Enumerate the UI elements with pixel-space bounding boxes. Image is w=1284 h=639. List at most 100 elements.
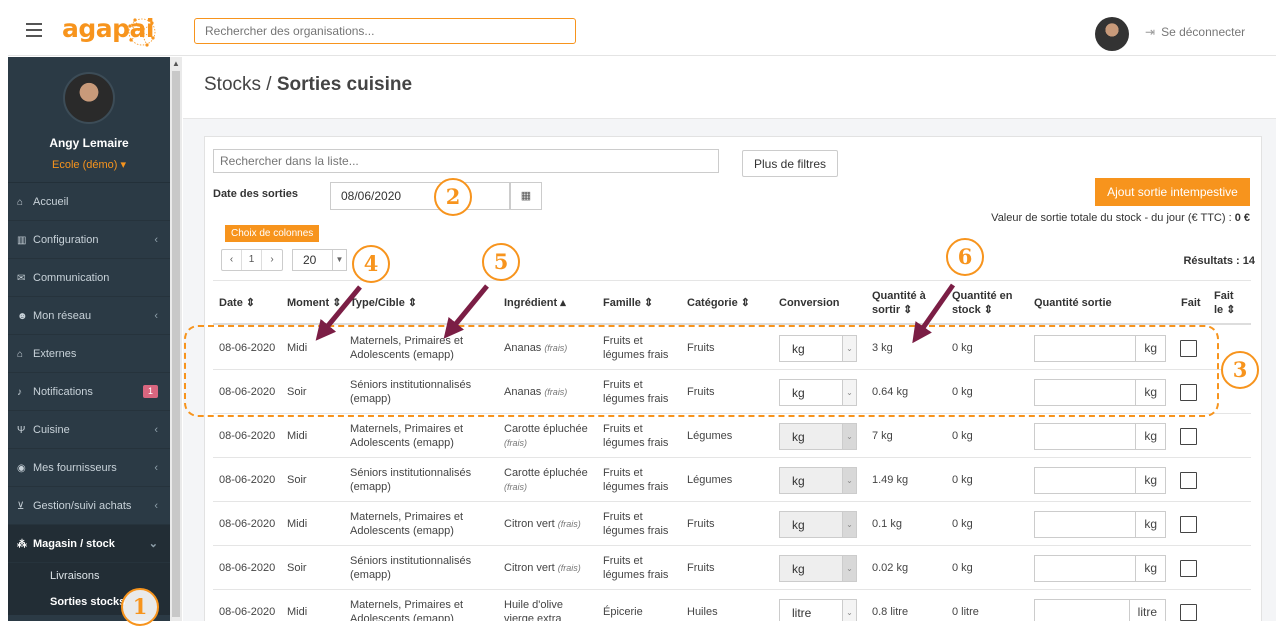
conversion-select[interactable]: litre ⌄ bbox=[779, 599, 857, 621]
cell-ingredient-l2: (frais) bbox=[504, 438, 527, 448]
cell-ingredient: Citron vert (frais) bbox=[504, 546, 581, 590]
more-filters-button[interactable]: Plus de filtres bbox=[742, 150, 839, 177]
chevron-down-icon: ⌄ bbox=[842, 600, 856, 621]
highlight-box bbox=[184, 325, 1219, 417]
col-type[interactable]: Type/Cible ⇕ bbox=[350, 281, 417, 324]
qty-exited-input[interactable]: litre bbox=[1034, 599, 1166, 621]
chevron-left-icon: ‹ bbox=[154, 310, 158, 322]
col-qty-to-exit[interactable]: Quantité à sortir ⇕ bbox=[872, 281, 926, 324]
cell-type-l1: Maternels, Primaires et bbox=[350, 511, 464, 523]
sidebar-item[interactable]: ⁂ Magasin / stock ⌄ bbox=[8, 525, 170, 563]
col-done: Fait bbox=[1181, 296, 1201, 309]
sidebar-item[interactable]: ⌂ Accueil bbox=[8, 183, 170, 221]
table-row: 08-06-2020 Soir Séniors institutionnalisés… bbox=[213, 458, 1251, 502]
calendar-icon[interactable]: ▦ bbox=[510, 182, 542, 210]
chevron-down-icon: ▼ bbox=[332, 250, 346, 270]
cell-ingredient-name: Carotte épluchée bbox=[504, 466, 591, 480]
list-search-input[interactable] bbox=[213, 149, 719, 173]
hamburger-menu-icon[interactable] bbox=[26, 23, 42, 37]
sidebar-item[interactable]: ⊻ Gestion/suivi achats ‹ bbox=[8, 487, 170, 525]
cell-family: Épicerie bbox=[603, 590, 643, 621]
next-page-button[interactable]: › bbox=[262, 250, 282, 270]
sidebar-user-panel: Angy Lemaire Ecole (démo) ▾ bbox=[8, 57, 170, 183]
sidebar-scrollbar[interactable]: ▲ bbox=[170, 57, 182, 621]
col-family[interactable]: Famille ⇕ bbox=[603, 281, 653, 324]
page-size-select[interactable]: 20 ▼ bbox=[292, 249, 347, 271]
cell-family-l2: légumes frais bbox=[603, 525, 669, 537]
col-category[interactable]: Catégorie ⇕ bbox=[687, 281, 750, 324]
sidebar: Angy Lemaire Ecole (démo) ▾ ⌂ Accueil ▥ Con… bbox=[8, 57, 170, 621]
date-label: Date des sorties bbox=[213, 188, 298, 200]
cell-qty-in-stock: 0 kg bbox=[952, 518, 973, 530]
done-checkbox[interactable] bbox=[1180, 472, 1197, 489]
annotation-2: 2 bbox=[434, 178, 472, 216]
sidebar-item-label: Cuisine bbox=[33, 424, 70, 436]
conversion-value: kg bbox=[792, 518, 805, 532]
sidebar-item[interactable]: ✉ Communication bbox=[8, 259, 170, 297]
col-done-on[interactable]: Fait le ⇕ bbox=[1214, 281, 1235, 324]
home-icon: ⌂ bbox=[17, 197, 24, 208]
sidebar-user-name: Angy Lemaire bbox=[49, 136, 129, 150]
logo-network-icon bbox=[128, 18, 156, 47]
done-checkbox[interactable] bbox=[1180, 604, 1197, 621]
cell-type: Séniors institutionnalisés (emapp) bbox=[350, 546, 471, 590]
col-qty-in-stock[interactable]: Quantité en stock ⇕ bbox=[952, 281, 1013, 324]
col-ingredient[interactable]: Ingrédient ▴ bbox=[504, 281, 566, 324]
cell-family-l2: légumes frais bbox=[603, 437, 669, 449]
cell-ingredient: Carotte épluchée (frais) bbox=[504, 458, 591, 502]
sidebar-item[interactable]: ☻ Mon réseau ‹ bbox=[8, 297, 170, 335]
cell-date: 08-06-2020 bbox=[219, 562, 276, 574]
logout-link[interactable]: ⇥ Se déconnecter bbox=[1145, 25, 1245, 39]
chevron-down-icon: ⌄ bbox=[842, 512, 856, 537]
table-row: 08-06-2020 Midi Maternels, Primaires et Ado… bbox=[213, 414, 1251, 458]
cell-family-l1: Fruits et bbox=[603, 467, 643, 479]
col-date[interactable]: Date ⇕ bbox=[219, 281, 255, 324]
done-checkbox[interactable] bbox=[1180, 516, 1197, 533]
cell-qty-in-stock: 0 litre bbox=[952, 606, 979, 618]
date-input[interactable] bbox=[330, 182, 510, 210]
sidebar-item-label: Notifications bbox=[33, 386, 93, 398]
qty-exited-input[interactable]: kg bbox=[1034, 467, 1166, 494]
sidebar-item-label: Mes fournisseurs bbox=[33, 462, 117, 474]
scroll-up-icon[interactable]: ▲ bbox=[172, 59, 180, 68]
page-number-button[interactable]: 1 bbox=[242, 250, 262, 270]
cell-family-l1: Fruits et bbox=[603, 511, 643, 523]
sidebar-item[interactable]: ♪ Notifications 1 bbox=[8, 373, 170, 411]
unit-addon: litre bbox=[1128, 600, 1165, 621]
cell-ingredient: Huile d'olive vierge extra bbox=[504, 590, 566, 621]
col-moment[interactable]: Moment ⇕ bbox=[287, 281, 341, 324]
cell-family: Fruits et légumes frais bbox=[603, 502, 668, 546]
scrollbar-thumb[interactable] bbox=[172, 71, 180, 617]
sidebar-item[interactable]: ⌂ Externes bbox=[8, 335, 170, 373]
qty-exited-input[interactable]: kg bbox=[1034, 511, 1166, 538]
prev-page-button[interactable]: ‹ bbox=[222, 250, 242, 270]
sidebar-subitem[interactable]: Livraisons bbox=[8, 563, 170, 589]
organisation-search-input[interactable] bbox=[194, 18, 576, 44]
cell-moment: Midi bbox=[287, 430, 308, 442]
cell-family-l1: Fruits et bbox=[603, 423, 643, 435]
sidebar-item[interactable]: Ψ Cuisine ‹ bbox=[8, 411, 170, 449]
cell-moment: Soir bbox=[287, 474, 307, 486]
sidebar-item-label: Accueil bbox=[33, 196, 69, 208]
qty-exited-input[interactable]: kg bbox=[1034, 423, 1166, 450]
done-checkbox[interactable] bbox=[1180, 560, 1197, 577]
cell-family: Fruits et légumes frais bbox=[603, 458, 668, 502]
cubes-icon: ⁂ bbox=[17, 539, 27, 550]
col-conversion: Conversion bbox=[779, 296, 840, 309]
users-icon: ☻ bbox=[17, 311, 28, 322]
ingredient-label: Huile d'olive bbox=[504, 599, 563, 611]
sidebar-item[interactable]: ◉ Mes fournisseurs ‹ bbox=[8, 449, 170, 487]
user-avatar[interactable] bbox=[1095, 17, 1129, 51]
add-unplanned-exit-button[interactable]: Ajout sortie intempestive bbox=[1095, 178, 1250, 206]
breadcrumb[interactable]: Stocks / bbox=[204, 74, 277, 95]
done-checkbox[interactable] bbox=[1180, 428, 1197, 445]
cell-moment: Midi bbox=[287, 518, 308, 530]
conversion-select: kg ⌄ bbox=[779, 467, 857, 494]
qty-exited-input[interactable]: kg bbox=[1034, 555, 1166, 582]
school-selector[interactable]: Ecole (démo) ▾ bbox=[8, 158, 170, 171]
page-title-text: Sorties cuisine bbox=[276, 74, 413, 95]
sidebar-item[interactable]: ▥ Configuration ‹ bbox=[8, 221, 170, 259]
column-choice-button[interactable]: Choix de colonnes bbox=[225, 225, 320, 242]
sidebar-item-label: Mon réseau bbox=[33, 310, 92, 322]
annotation-3: 3 bbox=[1221, 351, 1259, 389]
